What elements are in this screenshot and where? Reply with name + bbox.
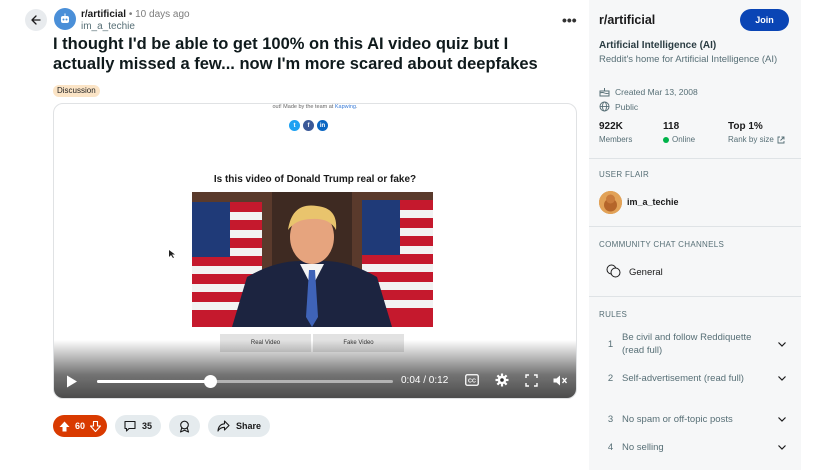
post-flair[interactable]: Discussion — [53, 85, 100, 97]
chevron-down-icon — [778, 341, 786, 347]
rule-text: No spam or off-topic posts — [622, 414, 733, 425]
members-stat: 922K Members — [599, 121, 632, 144]
post-meta: r/artificial • 10 days ago im_a_techie — [81, 9, 190, 32]
video-credit: out! Made by the team at Kapwing. — [54, 104, 576, 110]
fullscreen-icon[interactable] — [525, 374, 538, 387]
quiz-question: Is this video of Donald Trump real or fa… — [213, 174, 417, 185]
visibility-row: Public — [599, 101, 638, 112]
post-actions: 60 35 Share — [53, 415, 271, 437]
time-readout: 0:04 / 0:12 — [401, 375, 449, 386]
video-still-image — [192, 192, 433, 327]
video-player[interactable]: out! Made by the team at Kapwing. t f in… — [53, 103, 577, 399]
rule-item[interactable]: 1 Be civil and follow Reddiquette (read … — [599, 331, 789, 357]
linkedin-icon: in — [317, 120, 328, 131]
rank-stat[interactable]: Top 1% Rank by size — [728, 121, 785, 144]
credit-suffix: . — [355, 104, 358, 110]
cake-icon — [599, 88, 610, 97]
robot-icon — [61, 13, 69, 23]
rule-number: 1 — [607, 338, 614, 350]
twitter-icon: t — [289, 120, 300, 131]
chat-bubbles-icon — [606, 264, 621, 278]
rules-heading: RULES — [599, 310, 628, 319]
community-title: Artificial Intelligence (AI) — [599, 40, 717, 51]
visibility-label: Public — [615, 101, 639, 112]
vote-count: 60 — [75, 421, 86, 431]
vote-control: 60 — [53, 415, 108, 437]
external-link-icon — [777, 136, 785, 143]
post-title: I thought I'd be able to get 100% on thi… — [53, 35, 538, 73]
controls-gradient — [54, 340, 576, 398]
chevron-down-icon — [778, 445, 786, 450]
members-label: Members — [599, 135, 633, 144]
user-flair-heading: USER FLAIR — [599, 170, 650, 179]
sidebar-divider — [589, 158, 801, 159]
progress-fill — [97, 380, 211, 383]
snoo-avatar-icon — [599, 191, 622, 214]
award-icon — [179, 420, 190, 433]
chat-channel-general[interactable]: General — [629, 267, 663, 278]
back-button[interactable] — [25, 9, 47, 31]
subreddit-avatar[interactable] — [54, 8, 76, 30]
play-icon[interactable] — [66, 375, 78, 388]
community-sidebar: r/artificial Join Artificial Intelligenc… — [589, 0, 801, 470]
downvote-icon[interactable] — [90, 420, 102, 432]
rule-item[interactable]: 2 Self-advertisement (read full) — [599, 372, 789, 385]
more-options-button[interactable]: ••• — [562, 12, 577, 28]
facebook-icon: f — [303, 120, 314, 131]
captions-icon[interactable]: CC — [465, 374, 479, 386]
online-value: 118 — [663, 121, 680, 132]
upvote-icon[interactable] — [59, 421, 70, 432]
community-description: Reddit's home for Artificial Intelligenc… — [599, 54, 778, 65]
credit-prefix: out! Made by the team at — [272, 104, 335, 110]
rule-number: 4 — [607, 442, 614, 453]
subreddit-link[interactable]: r/artificial — [81, 9, 126, 20]
online-label: Online — [672, 135, 696, 144]
arrow-left-icon — [31, 15, 41, 25]
rule-text: No selling — [622, 442, 664, 453]
created-date: Created Mar 13, 2008 — [615, 86, 698, 97]
rule-item[interactable]: 3 No spam or off-topic posts — [599, 413, 789, 426]
credit-link: Kapwing — [334, 104, 356, 110]
comments-button[interactable]: 35 — [115, 415, 162, 437]
sidebar-divider — [589, 296, 801, 297]
globe-icon — [599, 101, 610, 112]
settings-gear-icon[interactable] — [495, 373, 509, 387]
rule-number: 3 — [607, 414, 614, 425]
share-label: Share — [236, 421, 262, 431]
chevron-down-icon — [778, 376, 786, 381]
join-button[interactable]: Join — [740, 9, 789, 31]
comment-icon — [124, 420, 136, 432]
progress-bar[interactable] — [97, 375, 393, 388]
share-icon — [217, 420, 230, 432]
mute-icon[interactable] — [553, 374, 568, 387]
created-row: Created Mar 13, 2008 — [599, 86, 698, 97]
members-value: 922K — [599, 121, 623, 132]
post-author[interactable]: im_a_techie — [81, 21, 190, 32]
sidebar-community-name[interactable]: r/artificial — [599, 13, 655, 27]
mouse-cursor-icon — [169, 250, 175, 258]
online-dot-icon — [663, 136, 669, 143]
svg-text:CC: CC — [468, 379, 476, 385]
user-flair-name[interactable]: im_a_techie — [627, 197, 679, 207]
sidebar-divider — [589, 226, 801, 227]
post-main: r/artificial • 10 days ago im_a_techie •… — [0, 0, 588, 470]
share-button[interactable]: Share — [208, 415, 271, 437]
chevron-down-icon — [778, 417, 786, 422]
user-flair-avatar[interactable] — [599, 191, 622, 214]
rank-value: Top 1% — [728, 121, 763, 132]
award-button[interactable] — [169, 415, 201, 437]
video-still — [192, 192, 433, 327]
rule-number: 2 — [607, 373, 614, 384]
comment-count: 35 — [142, 421, 153, 431]
online-stat: 118 Online — [663, 121, 695, 144]
meta-separator: • — [128, 9, 133, 20]
post-time: 10 days ago — [135, 9, 190, 20]
rule-item[interactable]: 4 No selling — [599, 441, 789, 454]
chat-channels-heading: COMMUNITY CHAT CHANNELS — [599, 240, 725, 249]
rule-text: Be civil and follow Reddiquette (read fu… — [622, 332, 752, 356]
rank-label: Rank by size — [728, 135, 774, 144]
social-share-icons: t f in — [289, 120, 328, 131]
rule-text: Self-advertisement (read full) — [622, 373, 744, 384]
